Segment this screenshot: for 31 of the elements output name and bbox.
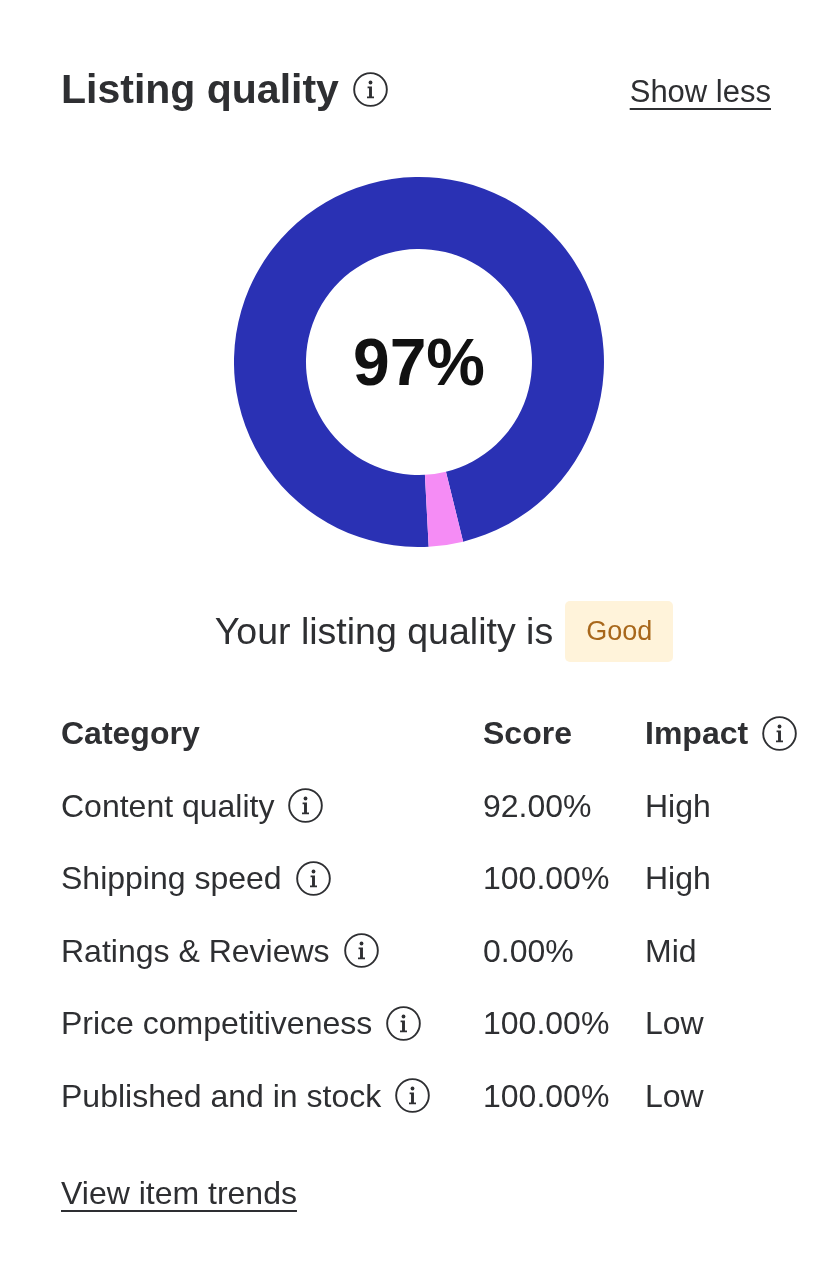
category-label: Content quality bbox=[61, 786, 275, 825]
column-header: Score bbox=[483, 714, 572, 753]
category-label: Published and in stock bbox=[61, 1076, 382, 1115]
category-label: Shipping speed bbox=[61, 859, 282, 898]
show-less-link[interactable]: Show less bbox=[629, 72, 771, 111]
impact-level: High bbox=[645, 786, 711, 825]
info-icon[interactable] bbox=[295, 860, 331, 896]
info-icon[interactable] bbox=[343, 933, 379, 969]
column-header: Impact bbox=[645, 714, 749, 753]
score-value: 100.00% bbox=[483, 859, 610, 898]
impact-level: Low bbox=[645, 1004, 704, 1043]
score-value: 92.00% bbox=[483, 786, 592, 825]
info-icon[interactable] bbox=[288, 788, 324, 824]
column-header: Category bbox=[61, 714, 200, 753]
category-label: Ratings & Reviews bbox=[61, 931, 330, 970]
impact-level: Low bbox=[645, 1076, 704, 1115]
impact-level: High bbox=[645, 859, 711, 898]
section-title: Listing quality bbox=[61, 66, 339, 114]
score-value: 100.00% bbox=[483, 1004, 610, 1043]
info-icon[interactable] bbox=[386, 1005, 422, 1041]
quality-rating-badge: Good bbox=[565, 601, 674, 662]
info-icon[interactable] bbox=[762, 716, 798, 752]
score-value: 0.00% bbox=[483, 931, 574, 970]
info-icon[interactable] bbox=[395, 1078, 431, 1114]
impact-level: Mid bbox=[645, 931, 697, 970]
summary-text: Your listing quality is bbox=[214, 609, 554, 653]
view-item-trends-link[interactable]: View item trends bbox=[61, 1175, 297, 1212]
category-label: Price competitiveness bbox=[61, 1004, 373, 1043]
score-percentage: 97% bbox=[352, 329, 486, 396]
info-icon[interactable] bbox=[352, 72, 388, 108]
score-value: 100.00% bbox=[483, 1076, 610, 1115]
